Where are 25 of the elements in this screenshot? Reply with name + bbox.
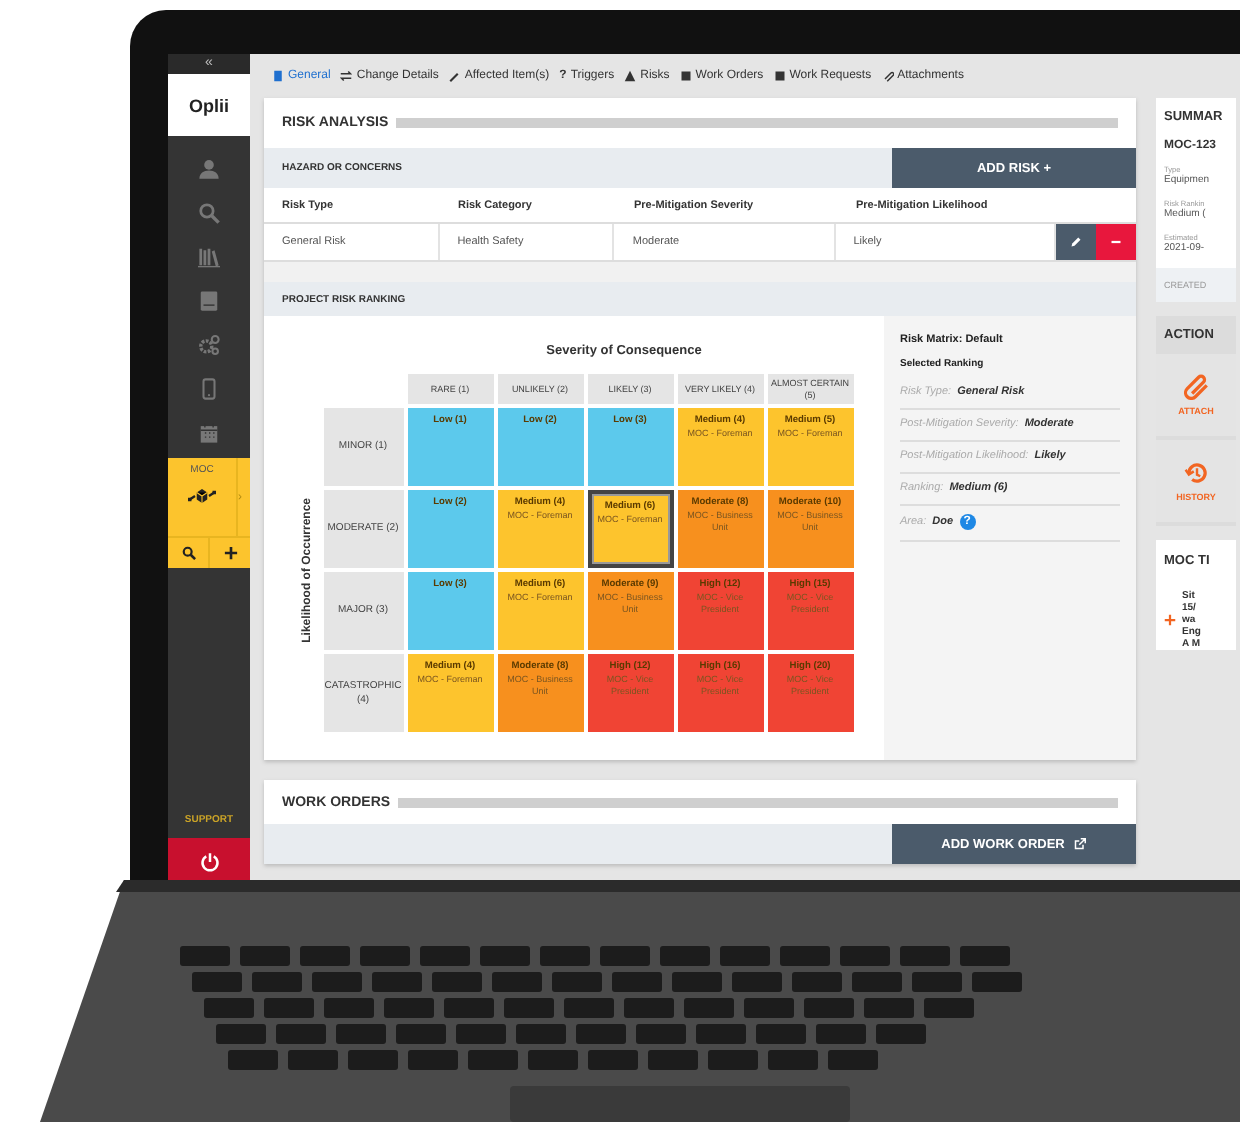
tab-icon [881, 69, 894, 81]
tab-icon [624, 69, 637, 81]
phone-icon[interactable] [198, 377, 220, 399]
paperclip-icon [1183, 374, 1209, 400]
search-icon[interactable] [181, 546, 195, 560]
pencil-icon [1070, 236, 1082, 248]
tab-icon [340, 69, 353, 81]
edit-button[interactable] [1056, 224, 1096, 260]
tab-icon [773, 69, 786, 81]
logo: Oplii [168, 74, 250, 136]
power-button[interactable] [168, 838, 250, 884]
user-icon[interactable] [198, 157, 220, 179]
book-icon[interactable] [198, 289, 220, 311]
gears-icon[interactable] [198, 333, 220, 355]
minus-icon [1110, 236, 1122, 248]
history-icon [1183, 460, 1209, 486]
plus-icon [1164, 614, 1176, 626]
power-icon [199, 851, 219, 871]
tab-icon [448, 69, 461, 81]
plus-icon[interactable] [223, 546, 237, 560]
external-link-icon [1074, 838, 1087, 850]
tab-icon [272, 69, 284, 81]
calendar-icon[interactable] [198, 421, 220, 443]
tab-icon [679, 69, 692, 81]
books-icon[interactable] [198, 245, 220, 267]
